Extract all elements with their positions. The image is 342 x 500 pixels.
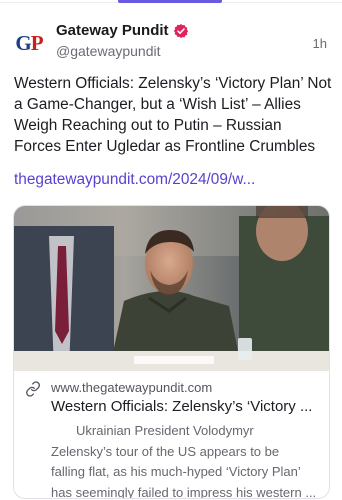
card-domain: www.thegatewaypundit.com <box>51 380 213 395</box>
table-glass <box>238 338 252 360</box>
author-block: Gateway Pundit @gatewaypundit <box>56 22 189 59</box>
card-description-line: Ukrainian President Volodymyr <box>76 423 254 438</box>
card-title[interactable]: Western Officials: Zelensky’s ‘Victory .… <box>51 398 319 415</box>
logo-g: G <box>15 30 31 55</box>
card-image[interactable] <box>14 206 329 371</box>
post-text: Western Officials: Zelensky’s ‘Victory P… <box>14 75 332 155</box>
post[interactable]: GP Gateway Pundit @gatewaypundit 1h West… <box>0 0 342 500</box>
author-handle[interactable]: @gatewaypundit <box>56 43 189 59</box>
logo-p: P <box>30 30 44 55</box>
link-icon <box>26 381 40 397</box>
gp-logo: GP <box>15 30 44 56</box>
table-papers <box>134 356 214 364</box>
post-timestamp: 1h <box>312 36 327 51</box>
card-description-line: has seemingly failed to impress his west… <box>51 484 317 499</box>
card-description-line: falling flat, as his much-hyped ‘Victory… <box>51 464 301 479</box>
card-description: Ukrainian President Volodymyr Zelensky’s… <box>51 421 321 499</box>
link-preview-card[interactable]: www.thegatewaypundit.com Western Officia… <box>13 205 330 499</box>
verified-badge-icon <box>173 23 188 38</box>
author-name[interactable]: Gateway Pundit <box>56 22 169 39</box>
card-description-line: Zelensky’s tour of the US appears to be <box>51 443 280 459</box>
avatar[interactable]: GP <box>12 26 46 60</box>
post-link[interactable]: thegatewaypundit.com/2024/09/w... <box>14 171 332 189</box>
right-figure-hair <box>256 206 308 218</box>
